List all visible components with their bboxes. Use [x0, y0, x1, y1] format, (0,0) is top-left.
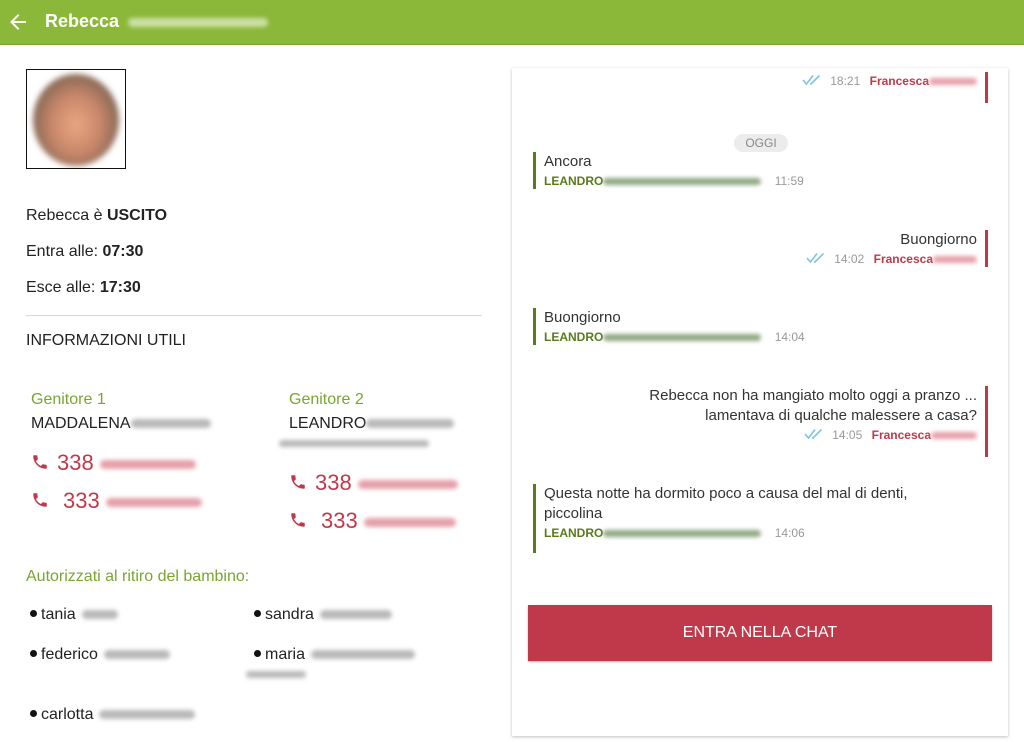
- message-text: Rebecca non ha mangiato molto oggi a pra…: [649, 387, 977, 404]
- child-first-name: Rebecca: [45, 11, 120, 31]
- message-sender: LEANDRO: [544, 174, 604, 188]
- parent-1-name: MADDALENA: [31, 415, 251, 433]
- day-separator: OGGI: [734, 134, 788, 152]
- double-check-icon: [806, 252, 825, 264]
- authorized-person: sandra: [254, 606, 392, 624]
- double-check-icon: [802, 74, 821, 86]
- phone-prefix: 333: [321, 508, 358, 533]
- chat-message-outgoing: 18:21 Francesca: [802, 72, 988, 103]
- divider: [26, 315, 482, 316]
- message-time: 14:05: [832, 428, 863, 442]
- redacted-number: [363, 517, 456, 527]
- message-text: Buongiorno: [900, 231, 977, 248]
- status-value: USCITO: [106, 207, 168, 224]
- message-meta: 18:21 Francesca: [802, 73, 977, 89]
- parent-2-name: LEANDRO: [289, 415, 509, 433]
- parent-2-title: Genitore 2: [289, 391, 364, 408]
- phone-prefix: 338: [57, 450, 94, 475]
- exit-label: Esce alle:: [26, 279, 96, 296]
- message-time: 14:04: [774, 330, 805, 344]
- message-meta: 14:05 Francesca: [649, 427, 977, 443]
- redacted-surname: [366, 419, 455, 429]
- message-text: Ancora: [544, 153, 592, 170]
- page-title: Rebecca: [45, 11, 269, 32]
- message-time: 14:02: [834, 252, 865, 266]
- exit-time: 17:30: [99, 279, 141, 296]
- message-time: 11:59: [774, 174, 804, 188]
- message-meta: LEANDRO 14:04: [544, 329, 805, 345]
- entry-time: 07:30: [102, 243, 144, 260]
- enter-chat-button[interactable]: ENTRA NELLA CHAT: [528, 605, 992, 661]
- message-time: 14:06: [774, 526, 805, 540]
- authorized-person: carlotta: [30, 706, 196, 724]
- chat-message-incoming: Buongiorno LEANDRO 14:04: [533, 308, 805, 345]
- message-sender: Francesca: [869, 74, 929, 88]
- child-status: Rebecca è USCITO: [26, 207, 167, 225]
- message-text: Questa notte ha dormito poco a causa del…: [544, 485, 908, 502]
- authorized-person: federico: [30, 646, 170, 664]
- entry-time-line: Entra alle: 07:30: [26, 243, 143, 261]
- phone-icon: [33, 455, 47, 469]
- phone-icon: [33, 493, 47, 507]
- message-time: 18:21: [830, 74, 861, 88]
- message-meta: 14:02 Francesca: [806, 251, 977, 267]
- message-sender: Francesca: [871, 428, 931, 442]
- entry-label: Entra alle:: [26, 243, 99, 260]
- message-meta: LEANDRO 14:06: [544, 525, 908, 541]
- phone-prefix: 333: [63, 488, 100, 513]
- chat-message-incoming: Questa notte ha dormito poco a causa del…: [533, 484, 908, 553]
- message-meta: LEANDRO 11:59: [544, 173, 804, 189]
- double-check-icon: [804, 428, 823, 440]
- redacted-number: [105, 497, 202, 507]
- info-section-title: INFORMAZIONI UTILI: [26, 332, 186, 349]
- chat-message-incoming: Ancora LEANDRO 11:59: [533, 152, 804, 189]
- authorized-person: maria: [246, 646, 416, 684]
- parent-1-title: Genitore 1: [31, 391, 106, 408]
- parent-2-first-name: LEANDRO: [289, 415, 367, 432]
- parent-1-phone-1[interactable]: 338: [31, 450, 196, 476]
- message-sender: LEANDRO: [544, 526, 604, 540]
- message-sender: LEANDRO: [544, 330, 604, 344]
- redacted-number: [99, 459, 196, 469]
- phone-prefix: 338: [315, 470, 352, 495]
- arrow-left-icon[interactable]: [6, 10, 30, 34]
- chat-message-outgoing: Rebecca non ha mangiato molto oggi a pra…: [649, 386, 988, 457]
- chat-message-outgoing: Buongiorno 14:02 Francesca: [806, 230, 988, 267]
- redacted-surname-line2: [279, 435, 509, 453]
- parent-1-first-name: MADDALENA: [31, 415, 131, 432]
- phone-icon: [291, 513, 305, 527]
- message-text: piccolina: [544, 505, 603, 522]
- authorized-person: tania: [30, 606, 118, 624]
- message-text: lamentava di qualche malessere a casa?: [705, 407, 977, 424]
- parent-2-phone-2[interactable]: 333: [289, 508, 456, 534]
- chat-preview-card: 18:21 Francesca OGGI Ancora LEANDRO 11:5…: [512, 68, 1008, 736]
- parent-2-card: Genitore 2 LEANDRO: [279, 391, 509, 453]
- parent-2-phone-1[interactable]: 338: [289, 470, 458, 496]
- phone-icon: [291, 475, 305, 489]
- message-text: Buongiorno: [544, 309, 621, 326]
- parent-1-card: Genitore 1 MADDALENA: [31, 391, 251, 433]
- redacted-number: [357, 479, 458, 489]
- authorized-title: Autorizzati al ritiro del bambino:: [26, 568, 250, 585]
- message-sender: Francesca: [873, 252, 933, 266]
- redacted-surname: [128, 17, 269, 27]
- parent-1-phone-2[interactable]: 333: [31, 488, 202, 514]
- status-prefix: Rebecca è: [26, 207, 103, 224]
- exit-time-line: Esce alle: 17:30: [26, 279, 141, 297]
- child-photo: [26, 69, 126, 169]
- redacted-surname: [130, 419, 211, 429]
- app-bar: Rebecca: [0, 0, 1024, 45]
